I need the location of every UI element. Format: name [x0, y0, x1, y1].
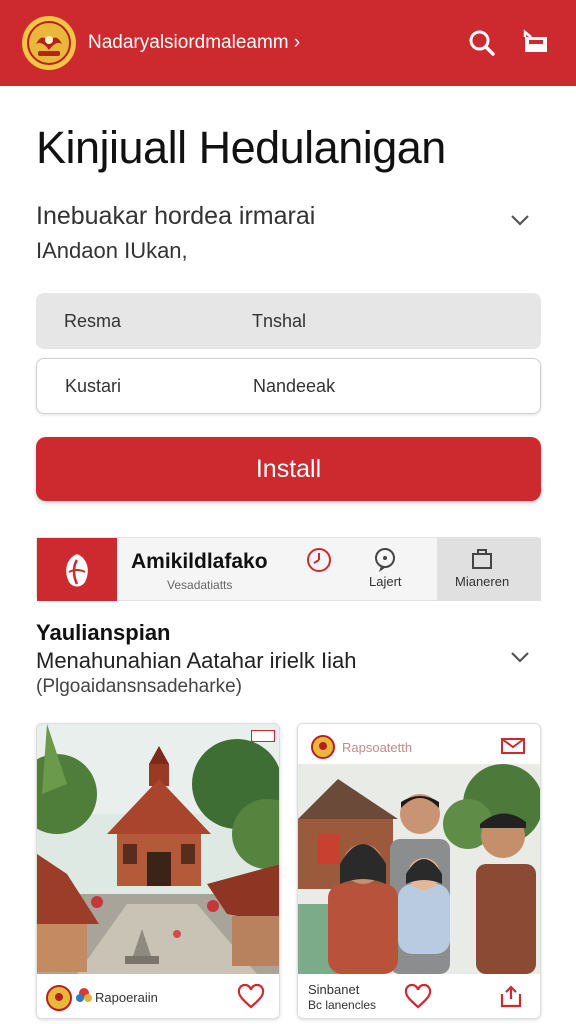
box-action-label: Mianeren: [455, 574, 510, 589]
section-note: (Plgoaidansnsadeharke): [36, 676, 242, 697]
chat-action[interactable]: Lajert: [369, 546, 402, 589]
flag-icon: [251, 730, 275, 742]
box-action[interactable]: Mianeren: [455, 546, 509, 589]
chevron-down-icon[interactable]: [508, 645, 532, 669]
page-subtitle-secondary: IAndaon IUkan,: [36, 238, 188, 263]
box-icon: [472, 549, 493, 569]
share-icon[interactable]: [498, 984, 524, 1010]
field-label: Resma: [64, 310, 122, 331]
app-name: Amikildlafako: [131, 550, 268, 573]
field-value: Tnshal: [252, 310, 307, 331]
search-icon[interactable]: [464, 25, 500, 61]
page-subtitle: Inebuakar hordea irmarai: [36, 202, 316, 230]
card-title: Sinbanet: [308, 982, 360, 997]
app-row: Amikildlafako Vesadatiatts Lajert Mianer…: [36, 537, 541, 601]
card-subtitle: Bc lanencles: [308, 998, 377, 1012]
heart-icon[interactable]: [237, 984, 265, 1010]
clock-action[interactable]: [305, 546, 333, 574]
info-field-1[interactable]: Resma Tnshal: [36, 293, 541, 349]
heart-icon[interactable]: [404, 984, 432, 1010]
install-button[interactable]: Install: [36, 437, 541, 501]
card-brand: Rapoeraiin: [95, 990, 158, 1005]
card-footer: Sinbanet Bc lanencles: [298, 974, 540, 1018]
info-field-2[interactable]: Kustari Nandeeak: [36, 358, 541, 414]
section-description: Menahunahian Aatahar irielk Iiah: [36, 648, 357, 673]
card-badge: Rapsoatetth: [342, 740, 413, 755]
emblem-small-icon: [311, 735, 335, 759]
family-photo: [298, 724, 540, 974]
media-card[interactable]: Rapsoatetth Sinbanet Bc lanencles: [297, 723, 541, 1019]
chevron-down-icon[interactable]: [508, 208, 532, 232]
temple-photo: [37, 724, 279, 974]
section-title: Yaulianspian: [36, 620, 171, 645]
mail-icon[interactable]: [501, 738, 525, 754]
media-card[interactable]: Rapoeraiin: [36, 723, 280, 1019]
card-footer: Rapoeraiin: [37, 974, 279, 1018]
flower-icon: [76, 988, 92, 1002]
emblem-small-icon: [46, 985, 72, 1011]
app-icon[interactable]: [37, 538, 117, 601]
clock-icon: [307, 548, 331, 572]
top-bar: Nadaryalsiordmaleamm ›: [0, 0, 576, 86]
page-title: Kinjiuall Hedulanigan: [36, 122, 446, 173]
field-value: Nandeeak: [253, 375, 336, 396]
chat-icon: [375, 548, 396, 572]
chat-action-label: Lajert: [369, 574, 402, 589]
field-label: Kustari: [65, 375, 122, 396]
bag-icon[interactable]: [518, 25, 554, 61]
emblem-logo: [22, 16, 76, 70]
app-title: Nadaryalsiordmaleamm ›: [88, 32, 301, 53]
app-developer: Vesadatiatts: [167, 578, 233, 592]
